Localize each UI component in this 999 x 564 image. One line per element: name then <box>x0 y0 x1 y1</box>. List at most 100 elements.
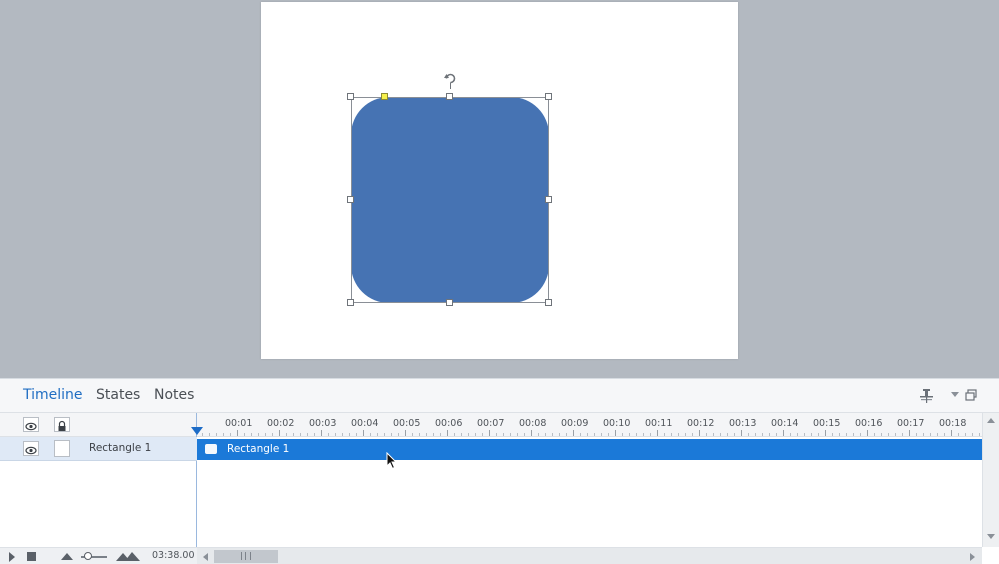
ruler-minor-tick <box>972 433 973 436</box>
ruler-major-tick <box>279 430 280 436</box>
resize-handle-bottom-right[interactable] <box>545 299 552 306</box>
ruler-time-label: 00:03 <box>309 418 337 429</box>
layer-row[interactable]: Rectangle 1 <box>0 437 197 461</box>
toggle-all-lock-button[interactable] <box>54 417 70 432</box>
ruler-major-tick <box>825 430 826 436</box>
layer-track: Rectangle 1 <box>197 437 982 461</box>
grip-icon <box>241 552 251 560</box>
selection-box <box>351 97 549 303</box>
play-icon[interactable] <box>9 552 15 562</box>
ruler-minor-tick <box>230 433 231 436</box>
tab-notes[interactable]: Notes <box>154 387 194 403</box>
timeline-panel: Timeline States Notes 00:01 00:02 00:03 … <box>0 378 999 564</box>
resize-handle-left[interactable] <box>347 196 354 203</box>
corner-radius-handle[interactable] <box>381 93 388 100</box>
ruler-time-label: 00:02 <box>267 418 295 429</box>
ruler-minor-tick <box>594 433 595 436</box>
ruler-major-tick <box>573 430 574 436</box>
ruler-minor-tick <box>916 433 917 436</box>
ruler-minor-tick <box>216 433 217 436</box>
ruler-minor-tick <box>510 433 511 436</box>
ruler-minor-tick <box>846 433 847 436</box>
panel-divider[interactable] <box>196 413 197 564</box>
panel-tab-bar: Timeline States Notes <box>0 379 999 413</box>
resize-handle-top[interactable] <box>446 93 453 100</box>
restore-window-icon[interactable] <box>965 389 977 401</box>
ruler-minor-tick <box>944 433 945 436</box>
timeline-ruler[interactable]: 00:01 00:02 00:03 00:04 00:05 00:06 00:07 00:08… <box>197 413 982 437</box>
layer-visibility-button[interactable] <box>23 441 39 456</box>
ruler-minor-tick <box>517 433 518 436</box>
ruler-major-tick <box>867 430 868 436</box>
ruler-minor-tick <box>713 433 714 436</box>
ruler-major-tick <box>783 430 784 436</box>
zoom-out-icon[interactable] <box>61 553 73 560</box>
ruler-minor-tick <box>860 433 861 436</box>
ruler-time-label: 00:05 <box>393 418 421 429</box>
ruler-time-label: 00:14 <box>771 418 799 429</box>
stop-icon[interactable] <box>27 552 36 561</box>
ruler-time-label: 00:18 <box>939 418 967 429</box>
ruler-minor-tick <box>762 433 763 436</box>
scroll-left-icon[interactable] <box>203 553 208 561</box>
ruler-minor-tick <box>566 433 567 436</box>
scroll-up-icon[interactable] <box>987 418 995 423</box>
ruler-minor-tick <box>349 433 350 436</box>
ruler-minor-tick <box>874 433 875 436</box>
ruler-minor-tick <box>692 433 693 436</box>
ruler-minor-tick <box>328 433 329 436</box>
ruler-minor-tick <box>881 433 882 436</box>
zoom-in-icon[interactable] <box>116 551 140 561</box>
scrollbar-thumb[interactable] <box>214 550 278 563</box>
ruler-minor-tick <box>552 433 553 436</box>
ruler-minor-tick <box>412 433 413 436</box>
resize-handle-top-left[interactable] <box>347 93 354 100</box>
ruler-minor-tick <box>475 433 476 436</box>
rotate-handle-icon[interactable] <box>443 72 458 89</box>
toggle-all-visibility-button[interactable] <box>23 417 39 432</box>
ruler-minor-tick <box>496 433 497 436</box>
ruler-minor-tick <box>755 433 756 436</box>
resize-handle-bottom[interactable] <box>446 299 453 306</box>
layer-clip-bar[interactable]: Rectangle 1 <box>197 439 982 460</box>
ruler-major-tick <box>615 430 616 436</box>
pin-icon[interactable] <box>919 388 934 404</box>
tab-states[interactable]: States <box>96 387 140 403</box>
ruler-time-label: 00:12 <box>687 418 715 429</box>
vertical-scrollbar[interactable] <box>982 413 999 547</box>
ruler-minor-tick <box>454 433 455 436</box>
ruler-minor-tick <box>832 433 833 436</box>
ruler-minor-tick <box>629 433 630 436</box>
ruler-minor-tick <box>685 433 686 436</box>
ruler-minor-tick <box>307 433 308 436</box>
ruler-minor-tick <box>853 433 854 436</box>
resize-handle-bottom-left[interactable] <box>347 299 354 306</box>
ruler-minor-tick <box>930 433 931 436</box>
playhead-marker[interactable] <box>191 427 203 435</box>
ruler-minor-tick <box>482 433 483 436</box>
layer-lock-toggle[interactable] <box>54 440 70 457</box>
ruler-time-label: 00:08 <box>519 418 547 429</box>
resize-handle-right[interactable] <box>545 196 552 203</box>
ruler-minor-tick <box>923 433 924 436</box>
ruler-minor-tick <box>314 433 315 436</box>
resize-handle-top-right[interactable] <box>545 93 552 100</box>
ruler-minor-tick <box>678 433 679 436</box>
ruler-minor-tick <box>384 433 385 436</box>
playback-controls: 03:38.00 <box>0 547 197 564</box>
ruler-minor-tick <box>671 433 672 436</box>
ruler-time-label: 00:04 <box>351 418 379 429</box>
ruler-minor-tick <box>902 433 903 436</box>
horizontal-scrollbar[interactable] <box>197 547 982 564</box>
ruler-time-label: 00:06 <box>435 418 463 429</box>
zoom-slider-thumb[interactable] <box>84 552 92 560</box>
scroll-down-icon[interactable] <box>987 534 995 539</box>
ruler-minor-tick <box>804 433 805 436</box>
ruler-minor-tick <box>419 433 420 436</box>
ruler-minor-tick <box>272 433 273 436</box>
tab-timeline[interactable]: Timeline <box>23 387 83 403</box>
ruler-minor-tick <box>776 433 777 436</box>
ruler-minor-tick <box>811 433 812 436</box>
chevron-down-icon[interactable] <box>951 390 959 398</box>
scroll-right-icon[interactable] <box>970 553 975 561</box>
